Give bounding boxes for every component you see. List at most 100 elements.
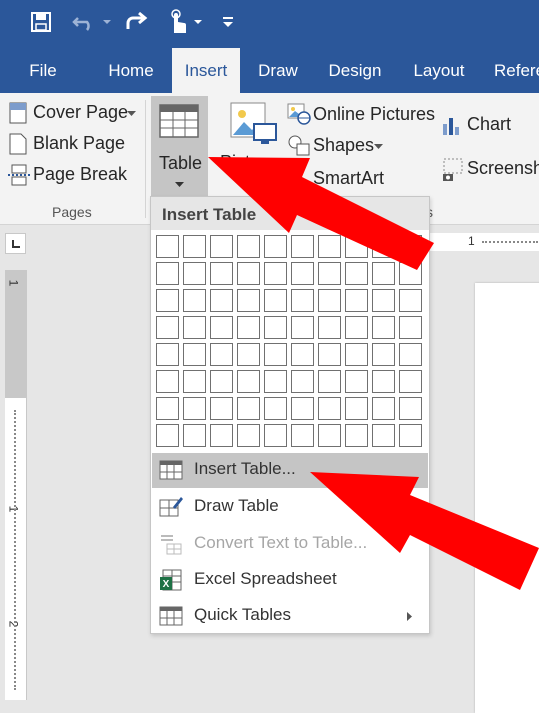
table-grid-cell[interactable] (291, 397, 314, 420)
shapes-button[interactable]: Shapes (286, 133, 396, 159)
table-grid-cell[interactable] (291, 262, 314, 285)
table-grid-cell[interactable] (183, 262, 206, 285)
table-grid-cell[interactable] (264, 262, 287, 285)
table-grid-cell[interactable] (399, 343, 422, 366)
table-grid-cell[interactable] (291, 343, 314, 366)
table-grid-cell[interactable] (156, 343, 179, 366)
tab-selector[interactable] (5, 233, 26, 254)
table-grid-cell[interactable] (183, 424, 206, 447)
table-grid-cell[interactable] (237, 370, 260, 393)
table-grid-cell[interactable] (372, 262, 395, 285)
table-grid-cell[interactable] (264, 397, 287, 420)
table-grid-cell[interactable] (291, 370, 314, 393)
table-grid-cell[interactable] (237, 397, 260, 420)
customize-qat-button[interactable] (220, 8, 236, 36)
draw-table-menu-item[interactable]: Draw Table (152, 490, 428, 525)
tab-design[interactable]: Design (320, 48, 390, 93)
table-grid-cell[interactable] (183, 370, 206, 393)
table-grid-cell[interactable] (156, 316, 179, 339)
table-grid-cell[interactable] (318, 370, 341, 393)
table-grid-cell[interactable] (237, 289, 260, 312)
redo-button[interactable] (122, 8, 150, 36)
cover-page-button[interactable]: Cover Page (6, 100, 142, 126)
table-grid-cell[interactable] (318, 262, 341, 285)
table-grid-cell[interactable] (156, 235, 179, 258)
table-grid-cell[interactable] (210, 397, 233, 420)
page-break-button[interactable]: Page Break (6, 162, 142, 188)
table-grid-cell[interactable] (345, 370, 368, 393)
table-grid-cell[interactable] (318, 343, 341, 366)
table-grid-cell[interactable] (210, 235, 233, 258)
document-page[interactable] (475, 283, 539, 713)
table-grid-cell[interactable] (210, 343, 233, 366)
table-grid-cell[interactable] (210, 370, 233, 393)
tab-layout[interactable]: Layout (404, 48, 474, 93)
table-grid-cell[interactable] (372, 370, 395, 393)
tab-draw[interactable]: Draw (248, 48, 308, 93)
table-grid-cell[interactable] (318, 316, 341, 339)
table-grid-cell[interactable] (291, 316, 314, 339)
table-grid-cell[interactable] (345, 235, 368, 258)
table-grid-cell[interactable] (345, 289, 368, 312)
table-grid-cell[interactable] (156, 262, 179, 285)
table-grid-cell[interactable] (156, 424, 179, 447)
table-grid-cell[interactable] (183, 343, 206, 366)
table-button[interactable]: Table (151, 96, 208, 196)
undo-dropdown[interactable] (100, 8, 114, 36)
smartart-button[interactable]: SmartArt (286, 164, 396, 190)
pictures-button[interactable]: Pictures (220, 98, 285, 173)
table-grid-cell[interactable] (399, 235, 422, 258)
table-grid-cell[interactable] (210, 289, 233, 312)
table-grid-cell[interactable] (345, 316, 368, 339)
table-grid-cell[interactable] (318, 397, 341, 420)
table-grid-cell[interactable] (318, 424, 341, 447)
table-grid-cell[interactable] (264, 424, 287, 447)
blank-page-button[interactable]: Blank Page (6, 131, 142, 157)
table-grid-cell[interactable] (237, 343, 260, 366)
table-grid-cell[interactable] (183, 316, 206, 339)
table-grid-cell[interactable] (183, 235, 206, 258)
insert-table-menu-item[interactable]: Insert Table... (152, 453, 428, 488)
table-grid-cell[interactable] (237, 316, 260, 339)
table-grid-cell[interactable] (210, 262, 233, 285)
save-button[interactable] (28, 8, 54, 36)
tab-home[interactable]: Home (97, 48, 165, 93)
screenshot-button[interactable]: Screensho (440, 156, 539, 184)
touch-mode-dropdown[interactable] (191, 8, 205, 36)
table-grid-cell[interactable] (399, 289, 422, 312)
table-size-grid[interactable] (156, 235, 426, 448)
table-grid-cell[interactable] (291, 424, 314, 447)
table-grid-cell[interactable] (372, 289, 395, 312)
quick-tables-menu-item[interactable]: Quick Tables (152, 599, 428, 634)
table-grid-cell[interactable] (399, 262, 422, 285)
table-grid-cell[interactable] (318, 289, 341, 312)
table-grid-cell[interactable] (237, 235, 260, 258)
table-grid-cell[interactable] (372, 235, 395, 258)
table-grid-cell[interactable] (156, 397, 179, 420)
online-pictures-button[interactable]: Online Pictures (286, 102, 436, 128)
table-grid-cell[interactable] (345, 397, 368, 420)
table-grid-cell[interactable] (183, 397, 206, 420)
table-grid-cell[interactable] (372, 316, 395, 339)
table-grid-cell[interactable] (237, 262, 260, 285)
table-grid-cell[interactable] (264, 316, 287, 339)
table-grid-cell[interactable] (156, 370, 179, 393)
table-grid-cell[interactable] (345, 343, 368, 366)
table-grid-cell[interactable] (345, 262, 368, 285)
table-grid-cell[interactable] (156, 289, 179, 312)
table-grid-cell[interactable] (264, 235, 287, 258)
table-grid-cell[interactable] (210, 316, 233, 339)
tab-insert[interactable]: Insert (172, 48, 240, 93)
table-grid-cell[interactable] (264, 343, 287, 366)
touch-mode-button[interactable] (163, 8, 191, 36)
table-grid-cell[interactable] (372, 343, 395, 366)
table-grid-cell[interactable] (291, 235, 314, 258)
table-grid-cell[interactable] (318, 235, 341, 258)
table-grid-cell[interactable] (399, 370, 422, 393)
chart-button[interactable]: Chart (440, 112, 539, 140)
table-grid-cell[interactable] (399, 316, 422, 339)
table-grid-cell[interactable] (210, 424, 233, 447)
tab-references[interactable]: Refere (486, 48, 539, 93)
table-grid-cell[interactable] (237, 424, 260, 447)
table-grid-cell[interactable] (399, 424, 422, 447)
